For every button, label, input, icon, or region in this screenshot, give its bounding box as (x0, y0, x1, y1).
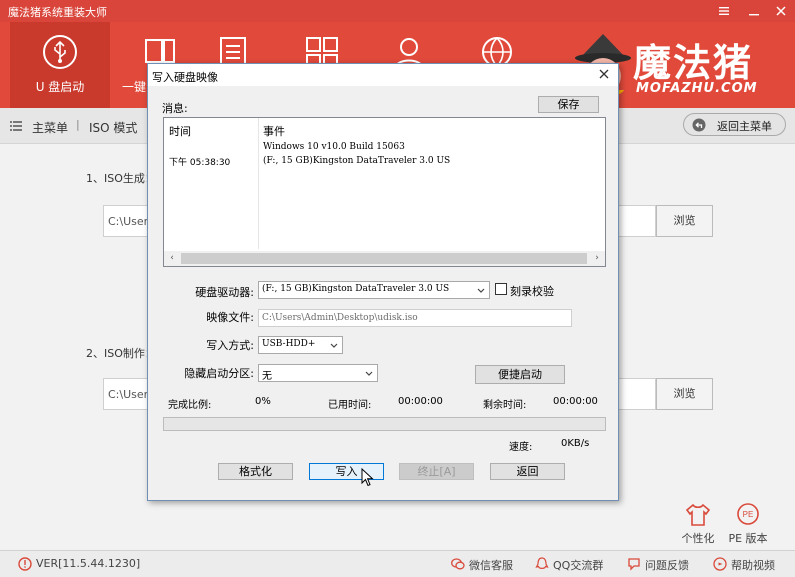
breadcrumb-main-menu[interactable]: 主菜单 (32, 119, 68, 136)
personalize-button[interactable]: 个性化 (673, 503, 723, 553)
browse-button-1[interactable]: 浏览 (656, 205, 713, 237)
info-icon (18, 557, 32, 571)
speed-label: 速度: (509, 442, 533, 453)
drive-select-value: (F:, 15 GB)Kingston DataTraveler 3.0 US (262, 284, 450, 294)
menu-icon (719, 7, 729, 15)
scroll-thumb[interactable] (181, 253, 587, 264)
drive-label: 硬盘驱动器: (195, 286, 254, 299)
return-button[interactable]: 返回 (490, 463, 565, 480)
feedback-icon (628, 558, 640, 571)
remaining-time-label: 剩余时间: (483, 400, 527, 411)
burn-verify-checkbox[interactable] (495, 283, 507, 295)
hidden-partition-label: 隐藏启动分区: (184, 367, 254, 380)
pe-version-button[interactable]: PE PE 版本 (723, 503, 773, 553)
message-log-list[interactable]: 时间 事件 Windows 10 v10.0 Build 15063 下午 05… (163, 117, 606, 267)
write-progress-bar (163, 417, 606, 431)
browse-button-2[interactable]: 浏览 (656, 378, 713, 410)
section-iso-generate-label: 1、ISO生成： (86, 172, 156, 185)
chevron-down-icon (365, 371, 373, 376)
back-button-label: 返回主菜单 (717, 120, 772, 133)
app-title: 魔法猪系统重装大师 (8, 6, 107, 19)
app-title-bar: 魔法猪系统重装大师 (0, 0, 795, 22)
version-text: VER[11.5.44.1230] (36, 557, 141, 570)
pe-badge-icon: PE (737, 503, 759, 525)
svg-text:PE: PE (743, 510, 754, 519)
horizontal-scrollbar[interactable]: ‹ › (164, 251, 605, 266)
logo-text-en: MOFAZHU.COM (636, 81, 758, 96)
progress-percent-value: 0% (255, 396, 271, 407)
log-cell-event: (F:, 15 GB)Kingston DataTraveler 3.0 US (263, 156, 451, 166)
column-header-event[interactable]: 事件 (263, 123, 285, 139)
pe-version-label: PE 版本 (728, 532, 768, 545)
remaining-time-value: 00:00:00 (553, 396, 598, 407)
status-bar: VER[11.5.44.1230] 微信客服 QQ交流群 问题反馈 帮助视频 (0, 550, 795, 577)
breadcrumb-current: ISO 模式 (89, 121, 138, 135)
scroll-left-icon[interactable]: ‹ (165, 252, 179, 265)
nav-usb-boot[interactable]: U 盘启动 (10, 22, 110, 108)
logo-text-cn: 魔法猪 (633, 40, 754, 85)
help-video-link[interactable]: 帮助视频 (731, 557, 775, 573)
close-icon (776, 6, 786, 16)
image-file-field[interactable]: C:\Users\Admin\Desktop\udisk.iso (258, 309, 572, 327)
breadcrumb-separator: | (76, 118, 80, 131)
progress-percent-label: 完成比例: (168, 400, 212, 411)
messages-label: 消息: (162, 102, 188, 115)
dialog-title-bar: 写入硬盘映像 (148, 64, 618, 86)
dialog-title: 写入硬盘映像 (152, 71, 218, 84)
elapsed-time-value: 00:00:00 (398, 396, 443, 407)
section-iso-make-label: 2、ISO制作： (86, 347, 156, 360)
quick-boot-button[interactable]: 便捷启动 (475, 365, 565, 384)
format-button[interactable]: 格式化 (218, 463, 293, 480)
burn-verify-label: 刻录校验 (510, 285, 554, 298)
minimize-icon (749, 14, 759, 16)
qq-group-link[interactable]: QQ交流群 (553, 557, 603, 573)
write-mode-label: 写入方式: (206, 339, 254, 352)
hidden-partition-value: 无 (262, 371, 272, 382)
stop-button: 终止[A] (399, 463, 474, 480)
return-arrow-icon (692, 118, 706, 132)
feedback-link[interactable]: 问题反馈 (645, 557, 689, 573)
speed-value: 0KB/s (561, 438, 590, 449)
write-mode-value: USB-HDD+ (262, 339, 316, 349)
minimize-button[interactable] (745, 2, 763, 20)
scroll-right-icon[interactable]: › (590, 252, 604, 265)
log-cell-time: 下午 05:38:30 (169, 158, 231, 168)
mouse-cursor-icon (361, 468, 374, 487)
personalize-label: 个性化 (681, 532, 715, 545)
back-to-main-menu-button[interactable]: 返回主菜单 (683, 113, 786, 136)
image-file-label: 映像文件: (206, 311, 254, 324)
wechat-service-link[interactable]: 微信客服 (469, 557, 513, 573)
shirt-icon (685, 503, 711, 526)
chevron-down-icon (477, 288, 485, 293)
drive-select[interactable]: (F:, 15 GB)Kingston DataTraveler 3.0 US (258, 281, 490, 299)
column-divider (258, 118, 259, 249)
elapsed-time-label: 已用时间: (328, 400, 372, 411)
write-mode-select[interactable]: USB-HDD+ (258, 336, 343, 354)
close-button[interactable] (772, 2, 790, 20)
list-icon (10, 121, 22, 131)
column-header-time[interactable]: 时间 (169, 123, 191, 139)
hidden-partition-select[interactable]: 无 (258, 364, 378, 382)
dialog-close-button[interactable] (596, 67, 612, 83)
close-icon (599, 69, 609, 79)
help-icon (713, 557, 727, 571)
wechat-icon (451, 558, 465, 570)
usb-icon (43, 35, 77, 69)
write-disk-image-dialog: 写入硬盘映像 消息: 保存 时间 事件 Windows 10 v10.0 Bui… (147, 63, 619, 501)
log-cell-event: Windows 10 v10.0 Build 15063 (263, 142, 405, 152)
save-button[interactable]: 保存 (538, 96, 599, 113)
qq-icon (535, 557, 549, 569)
menu-button[interactable] (715, 2, 733, 20)
chevron-down-icon (330, 343, 338, 348)
